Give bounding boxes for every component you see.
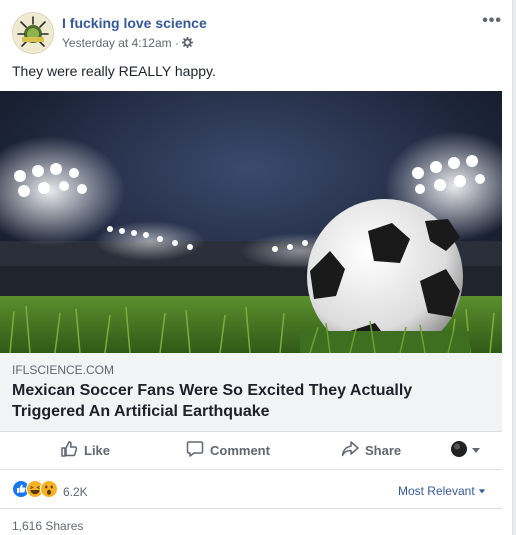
comment-label: Comment (210, 442, 270, 458)
like-label: Like (84, 442, 111, 458)
wow-reaction-icon (40, 480, 58, 503)
post-header: I fucking love science Yesterday at 4:12… (12, 12, 502, 56)
thumbs-up-icon (60, 440, 78, 461)
meta-separator: · (174, 36, 179, 50)
more-options-icon[interactable]: ••• (482, 12, 502, 30)
comment-sort-label: Most Relevant (397, 484, 475, 498)
action-bar: Like Comment Share (0, 431, 502, 470)
comment-button[interactable]: Comment (186, 440, 270, 460)
like-button[interactable]: Like (60, 440, 110, 460)
post-meta: Yesterday at 4:12am · (62, 36, 194, 50)
gear-icon[interactable] (182, 36, 194, 50)
caret-down-icon (471, 443, 481, 458)
page-name-link[interactable]: I fucking love science (62, 15, 207, 31)
user-avatar-icon (450, 440, 468, 461)
comment-icon (186, 440, 204, 461)
caret-down-icon (478, 484, 486, 498)
reaction-as-selector[interactable] (450, 440, 481, 460)
shares-count[interactable]: 1,616 Shares (12, 519, 83, 533)
share-label: Share (365, 442, 402, 458)
link-domain: IFLSCIENCE.COM (12, 363, 115, 377)
reaction-summary[interactable]: 6.2K (12, 480, 88, 503)
share-arrow-icon (341, 440, 359, 461)
post-message: They were really REALLY happy. (12, 63, 216, 79)
link-preview[interactable]: IFLSCIENCE.COM Mexican Soccer Fans Were … (0, 353, 502, 432)
link-image[interactable] (0, 91, 502, 353)
comment-sort-dropdown[interactable]: Most Relevant (398, 484, 486, 498)
post-card: I fucking love science Yesterday at 4:12… (0, 0, 513, 535)
page-avatar[interactable] (12, 12, 54, 54)
post-timestamp[interactable]: Yesterday at 4:12am (62, 36, 172, 50)
reaction-count: 6.2K (63, 484, 88, 499)
link-title[interactable]: Mexican Soccer Fans Were So Excited They… (12, 380, 482, 422)
share-button[interactable]: Share (341, 440, 401, 460)
reactions-bar: 6.2K Most Relevant (0, 470, 502, 509)
